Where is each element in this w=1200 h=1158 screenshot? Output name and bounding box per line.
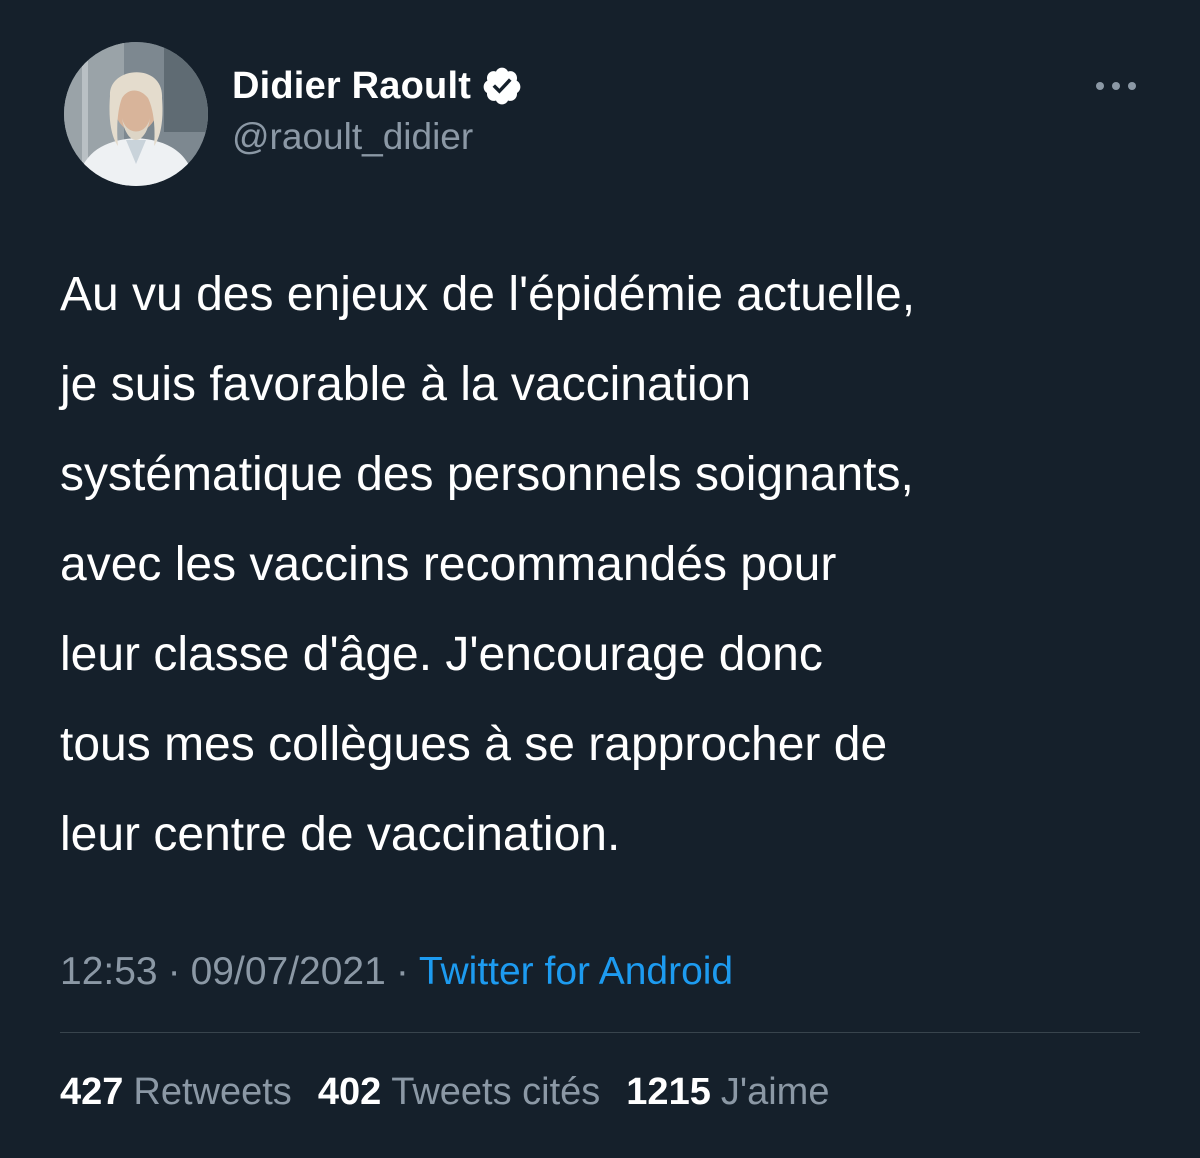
author-display-name[interactable]: Didier Raoult [232,58,471,114]
likes-count: 1215 [626,1071,711,1113]
tweet-stats: 427 Retweets 402 Tweets cités 1215 J'aime [60,1064,855,1120]
retweets-label: Retweets [133,1071,292,1113]
tweet-meta: 12:53 · 09/07/2021 · Twitter for Android [60,944,733,1000]
quote-tweets-stat[interactable]: 402 Tweets cités [318,1064,600,1120]
verified-badge-icon [481,65,523,107]
more-options-button[interactable] [1088,66,1144,106]
more-horizontal-icon [1096,82,1136,90]
author-name-row[interactable]: Didier Raoult [232,58,523,114]
divider [60,1032,1140,1033]
quote-tweets-count: 402 [317,1071,382,1113]
likes-stat[interactable]: 1215 J'aime [626,1064,829,1120]
quote-tweets-label: Tweets cités [391,1071,601,1113]
tweet-time[interactable]: 12:53 [60,950,158,993]
retweets-count: 427 [60,1071,124,1113]
tweet-source-link[interactable]: Twitter for Android [419,950,733,993]
retweets-stat[interactable]: 427 Retweets [60,1064,292,1120]
tweet-date[interactable]: 09/07/2021 [191,950,386,993]
avatar[interactable] [64,42,208,186]
meta-separator: · [395,950,409,993]
author-handle[interactable]: @raoult_didier [232,112,473,162]
meta-separator: · [167,950,181,993]
tweet-text: Au vu des enjeux de l'épidémie actuelle,… [60,268,916,861]
likes-label: J'aime [720,1071,830,1113]
